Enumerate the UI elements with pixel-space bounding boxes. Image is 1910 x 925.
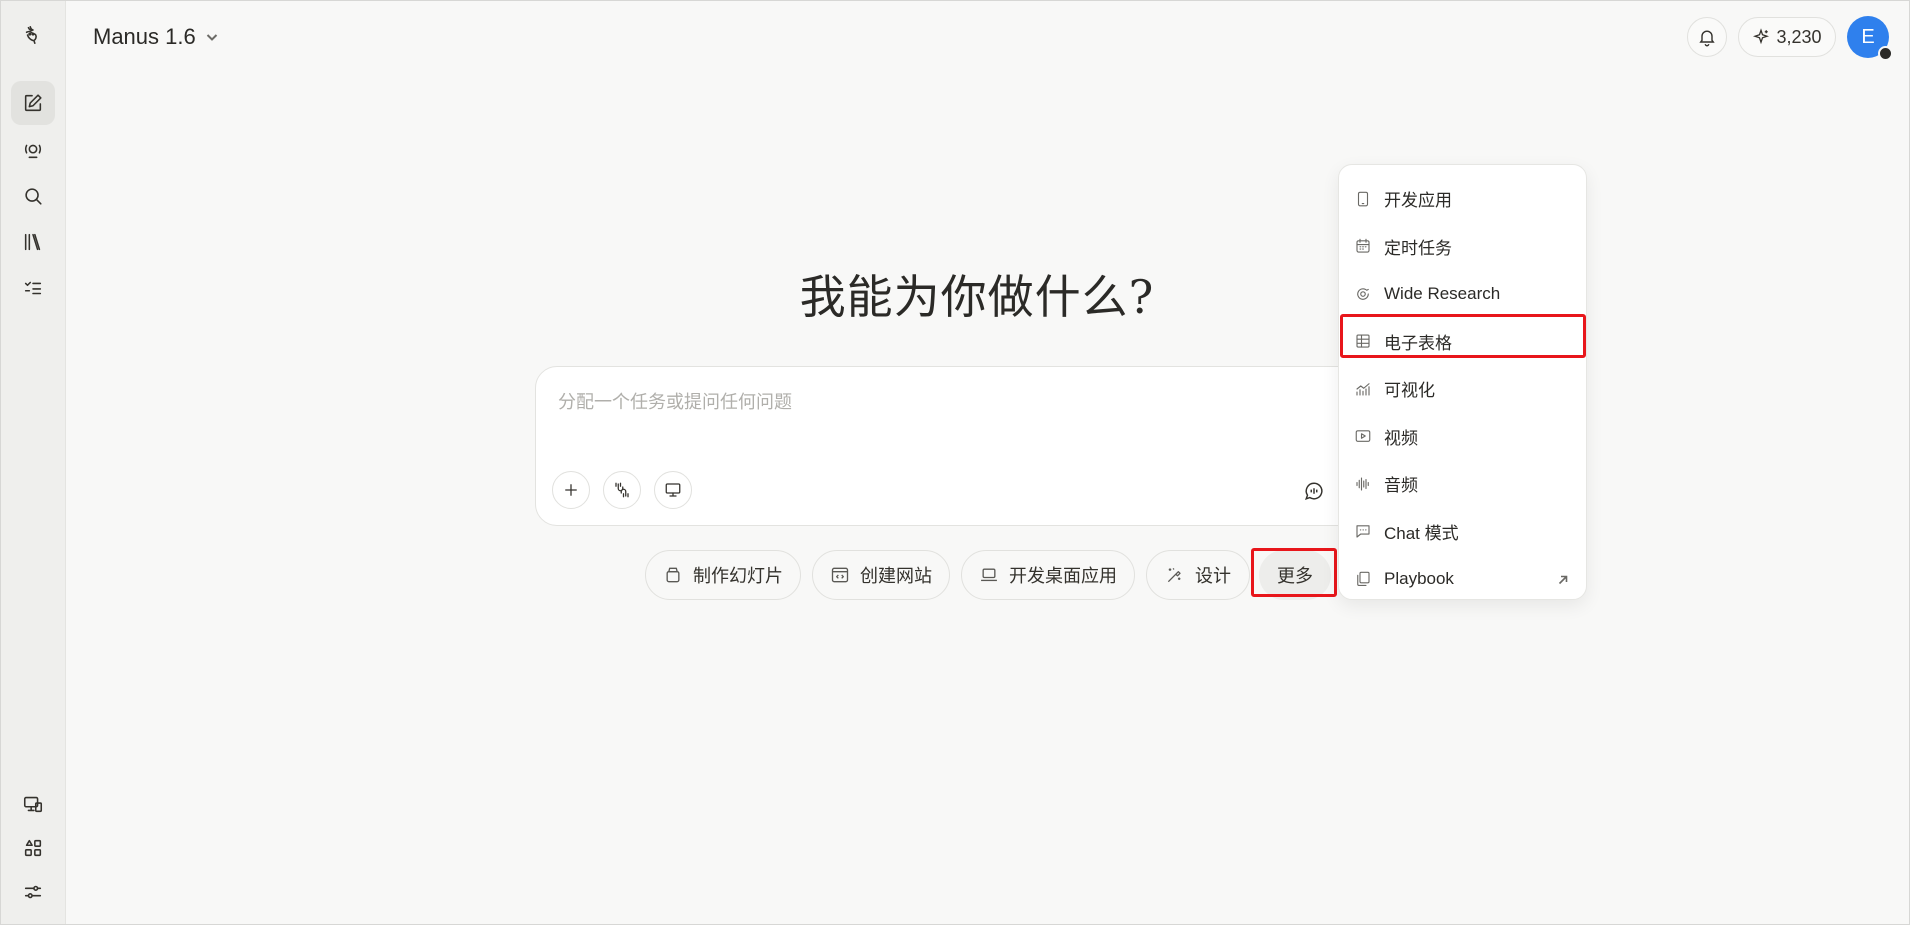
avatar-initial: E	[1861, 25, 1875, 48]
sparkle-icon	[1753, 28, 1770, 45]
manus-logo-icon	[25, 25, 37, 45]
chip-label: 创建网站	[860, 566, 932, 586]
agents-icon	[24, 144, 42, 159]
manus-logo[interactable]	[11, 13, 55, 57]
menu-item-label: 视频	[1384, 428, 1418, 448]
menu-item-spreadsheet[interactable]: 电子表格	[1339, 318, 1586, 366]
chart-icon	[1356, 382, 1370, 396]
chip-label: 更多	[1277, 566, 1313, 586]
menu-item-label: Wide Research	[1384, 283, 1501, 303]
menu-item-scheduled-task[interactable]: 定时任务	[1339, 223, 1586, 271]
laptop-icon	[981, 568, 997, 582]
page-title: 我能为你做什么?	[799, 270, 1155, 324]
model-selector[interactable]: Manus 1.6	[93, 19, 220, 55]
connectors-icon	[615, 482, 629, 498]
menu-item-label: 音频	[1384, 476, 1418, 496]
notifications-button[interactable]	[1687, 17, 1727, 57]
add-attachment-button[interactable]	[552, 471, 590, 509]
task-input[interactable]	[556, 387, 1316, 417]
chat-icon	[1356, 525, 1370, 538]
app-window: Manus 1.6 3,230 E 我能为你做什么? 分配一个任务或提问任何问题…	[0, 0, 1910, 925]
video-icon	[1355, 430, 1371, 443]
slides-icon	[666, 567, 680, 583]
avatar-status-badge	[1878, 46, 1893, 61]
search-icon	[25, 188, 42, 205]
plus-icon	[565, 484, 577, 496]
menu-item-chat-mode[interactable]: Chat 模式	[1339, 508, 1586, 556]
avatar[interactable]: E	[1847, 16, 1893, 61]
chip-desktop-app[interactable]: 开发桌面应用	[961, 550, 1135, 600]
bell-icon	[1699, 30, 1715, 47]
menu-item-visualization[interactable]: 可视化	[1339, 365, 1586, 413]
voice-input-button[interactable]	[1300, 477, 1328, 505]
credits-button[interactable]: 3,230	[1738, 17, 1836, 57]
chip-more[interactable]: 更多	[1259, 550, 1331, 600]
design-icon	[1167, 568, 1181, 583]
chip-make-slides[interactable]: 制作幻灯片	[645, 550, 801, 600]
chip-create-website[interactable]: 创建网站	[812, 550, 950, 600]
chevron-down-icon	[206, 34, 217, 41]
menu-item-label: 电子表格	[1384, 333, 1452, 353]
connectors-button[interactable]	[603, 471, 641, 509]
apps-grid-icon	[24, 839, 42, 857]
menu-item-audio[interactable]: 音频	[1339, 460, 1586, 508]
menu-item-video[interactable]: 视频	[1339, 413, 1586, 461]
website-icon	[831, 567, 849, 583]
wide-research-icon	[1357, 287, 1369, 300]
chip-label: 开发桌面应用	[1009, 566, 1117, 586]
sidebar-item-settings[interactable]	[11, 870, 55, 914]
task-composer	[535, 366, 1375, 526]
menu-item-label: Chat 模式	[1384, 523, 1459, 543]
menu-item-label: 可视化	[1384, 381, 1435, 401]
spreadsheet-icon	[1356, 334, 1370, 348]
monitor-icon	[665, 483, 681, 497]
menu-item-wide-research[interactable]: Wide Research	[1339, 270, 1586, 318]
chip-design[interactable]: 设计	[1146, 550, 1250, 600]
menu-item-label: 定时任务	[1384, 238, 1452, 258]
sidebar-item-search[interactable]	[11, 174, 55, 218]
sidebar-rail	[1, 1, 66, 924]
more-menu: 开发应用 定时任务 Wide Research 电子表格 可视化 视频 音频 C…	[1338, 164, 1587, 600]
audio-icon	[1356, 477, 1369, 491]
sidebar-item-new-task[interactable]	[11, 81, 55, 125]
menu-item-label: 开发应用	[1384, 191, 1452, 211]
model-label: Manus 1.6	[93, 24, 196, 49]
playbook-icon	[1357, 571, 1370, 586]
sidebar-item-agents[interactable]	[11, 128, 55, 172]
computer-button[interactable]	[654, 471, 692, 509]
voice-chat-icon	[1304, 482, 1323, 501]
credits-value: 3,230	[1776, 26, 1822, 47]
sidebar-item-apps[interactable]	[11, 826, 55, 870]
sidebar-item-library[interactable]	[11, 220, 55, 264]
devices-icon	[23, 796, 43, 813]
menu-item-playbook[interactable]: Playbook	[1339, 555, 1586, 603]
sidebar-item-devices[interactable]	[11, 782, 55, 826]
chip-label: 制作幻灯片	[693, 566, 783, 586]
menu-item-develop-app[interactable]: 开发应用	[1339, 175, 1586, 223]
mobile-app-icon	[1357, 191, 1369, 207]
calendar-icon	[1356, 238, 1370, 253]
menu-item-label: Playbook	[1384, 568, 1454, 588]
chip-label: 设计	[1195, 566, 1231, 586]
library-icon	[24, 233, 41, 251]
settings-sliders-icon	[24, 885, 42, 899]
external-link-icon	[1558, 575, 1568, 584]
new-task-icon	[24, 94, 42, 112]
